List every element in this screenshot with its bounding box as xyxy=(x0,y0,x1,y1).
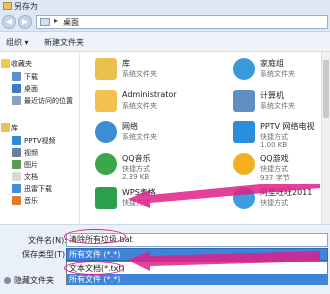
video-library-icon xyxy=(12,136,21,145)
filename-label: 文件名(N): xyxy=(28,236,67,245)
new-folder-button[interactable]: 新建文件夹 xyxy=(44,37,84,48)
sidebar-item-recent[interactable]: 最近访问的位置 xyxy=(0,95,79,107)
file-item[interactable]: 计算机 系统文件夹 xyxy=(233,88,325,122)
address-field[interactable]: ▸ 桌面 xyxy=(36,15,328,29)
file-item[interactable]: QQ音乐 快捷方式 2.39 KB xyxy=(95,151,205,185)
forward-button[interactable]: ▶ xyxy=(18,15,32,29)
download-folder-icon xyxy=(12,184,21,193)
annotation-ellipse-alltypes xyxy=(64,261,124,275)
hide-folders-toggle[interactable]: 隐藏文件夹 xyxy=(4,275,54,286)
picture-icon xyxy=(12,160,21,169)
homegroup-icon xyxy=(233,58,255,80)
video-icon xyxy=(12,148,21,157)
document-icon xyxy=(12,172,21,181)
sidebar-item-desktop[interactable]: 桌面 xyxy=(0,83,79,95)
back-button[interactable]: ◀ xyxy=(2,15,16,29)
wps-spreadsheet-icon xyxy=(95,187,117,209)
sidebar-item-documents[interactable]: 文档 xyxy=(0,171,79,183)
pptv-icon xyxy=(233,121,255,143)
qq-game-icon xyxy=(233,153,255,175)
sidebar-item-downloads[interactable]: 下载 xyxy=(0,71,79,83)
user-folder-icon xyxy=(95,90,117,112)
folder-icon xyxy=(40,18,50,26)
scrollbar-thumb[interactable] xyxy=(323,60,329,118)
network-icon xyxy=(95,121,117,143)
star-icon xyxy=(1,59,10,68)
arrow-to-filetype xyxy=(128,251,320,271)
annotation-ellipse-filename xyxy=(64,229,126,244)
qq-music-icon xyxy=(95,153,117,175)
title-bar: 另存为 xyxy=(0,0,330,13)
annotation-arrows xyxy=(128,184,320,271)
sidebar-item-pictures[interactable]: 图片 xyxy=(0,159,79,171)
recent-places-icon xyxy=(12,96,21,105)
computer-icon xyxy=(233,90,255,112)
navigation-pane: 收藏夹 下载 桌面 最近访问的位置 库 PPTV视频 视频 图片 文档 迅雷下载… xyxy=(0,52,80,224)
download-icon xyxy=(12,72,21,81)
file-item[interactable]: QQ游戏 快捷方式 937 字节 xyxy=(233,151,325,185)
filetype-label: 保存类型(T): xyxy=(22,250,68,259)
file-item[interactable]: PPTV 网络电视 快捷方式 1.00 KB xyxy=(233,119,325,153)
save-dialog-icon xyxy=(3,2,12,10)
library-icon xyxy=(95,58,117,80)
chevron-up-icon xyxy=(4,277,11,284)
sidebar-item-thunder[interactable]: 迅雷下载 xyxy=(0,183,79,195)
toolbar: 组织 ▾ 新建文件夹 xyxy=(0,32,330,52)
arrow-to-filename xyxy=(128,184,320,208)
library-icon xyxy=(1,123,10,132)
file-item[interactable]: 家庭组 系统文件夹 xyxy=(233,56,325,90)
sidebar-item-pptv[interactable]: PPTV视频 xyxy=(0,135,79,147)
organize-menu[interactable]: 组织 ▾ xyxy=(6,37,29,48)
sidebar-item-videos[interactable]: 视频 xyxy=(0,147,79,159)
chevron-right-icon: ▸ xyxy=(54,16,59,25)
address-path: 桌面 xyxy=(63,18,79,27)
file-item[interactable]: Administrator 系统文件夹 xyxy=(95,88,205,122)
address-bar: ◀ ▶ ▸ 桌面 xyxy=(0,13,330,32)
sidebar-libraries[interactable]: 库 xyxy=(0,122,79,134)
music-icon xyxy=(12,196,21,205)
window-title: 另存为 xyxy=(14,2,38,11)
file-item[interactable]: 网络 系统文件夹 xyxy=(95,119,205,153)
sidebar-item-music[interactable]: 音乐 xyxy=(0,195,79,207)
file-item[interactable]: 库 系统文件夹 xyxy=(95,56,205,90)
sidebar-favorites[interactable]: 收藏夹 xyxy=(0,58,79,70)
desktop-icon xyxy=(12,84,21,93)
